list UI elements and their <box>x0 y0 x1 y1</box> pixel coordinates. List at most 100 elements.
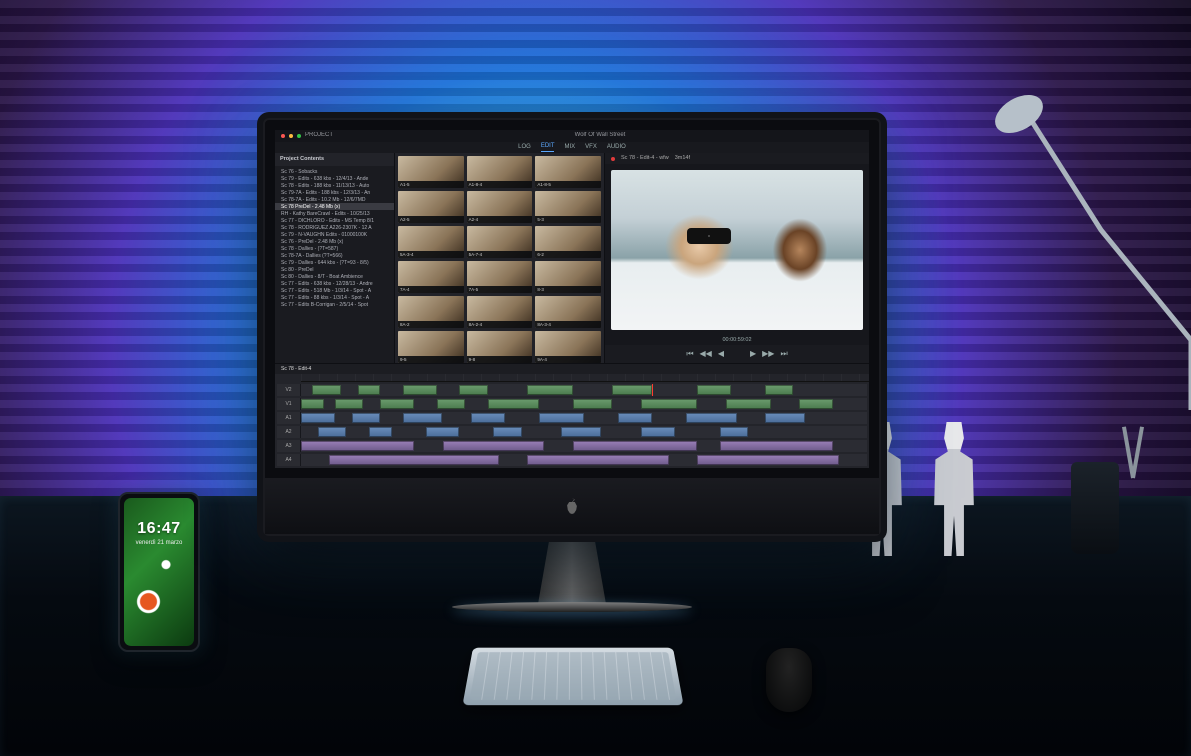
clip-thumbnail[interactable] <box>467 191 533 223</box>
clip-segment[interactable] <box>301 399 324 409</box>
bin-item[interactable]: Sc 77 - Edits - 518 Mb - 1/3/14 - Spot -… <box>275 287 394 294</box>
clip-thumbnail[interactable] <box>398 261 464 293</box>
clip-segment[interactable] <box>720 427 748 437</box>
clip-segment[interactable] <box>358 385 381 395</box>
clip-segment[interactable] <box>488 399 539 409</box>
clip-segment[interactable] <box>686 413 737 423</box>
clip-segment[interactable] <box>380 399 414 409</box>
clip-thumbnail[interactable] <box>467 156 533 188</box>
clip-segment[interactable] <box>618 413 652 423</box>
clip-segment[interactable] <box>329 455 499 465</box>
clip-segment[interactable] <box>426 427 460 437</box>
clip-segment[interactable] <box>301 441 414 451</box>
bin-item[interactable]: Sc 77 - Edits B-Corrigan - 2/5/14 - Spot <box>275 301 394 308</box>
rewind-button[interactable]: ◀◀ <box>700 349 712 359</box>
tab-edit[interactable]: EDIT <box>541 143 555 151</box>
clip-segment[interactable] <box>471 413 505 423</box>
clip-segment[interactable] <box>301 413 335 423</box>
clip-segment[interactable] <box>726 399 771 409</box>
bin-item[interactable]: Sc 79 - Dallies - 644 kbs - (?T=93 - 8/5… <box>275 259 394 266</box>
step-forward-button[interactable]: ▶▶ <box>762 349 774 359</box>
clip-segment[interactable] <box>573 399 613 409</box>
tab-mix[interactable]: MIX <box>564 144 575 151</box>
bin-item[interactable]: Sc 79-7A - Edits - 188 kbs - 12/3/13 - A… <box>275 189 394 196</box>
clip-segment[interactable] <box>527 385 572 395</box>
clip-thumbnail[interactable] <box>467 226 533 258</box>
skip-back-button[interactable]: ⏮ <box>686 349 693 359</box>
track-lane[interactable] <box>301 440 867 452</box>
bin-item[interactable]: Sc 78 - Dallies - (?T=587) <box>275 245 394 252</box>
track-lane[interactable] <box>301 398 867 410</box>
bin-item[interactable]: Sc 79 - Edits - 638 kbs - 12/4/13 - Ande <box>275 175 394 182</box>
clip-segment[interactable] <box>352 413 380 423</box>
step-back-button[interactable]: ◀ <box>718 349 724 359</box>
track-lane[interactable] <box>301 454 867 466</box>
clip-segment[interactable] <box>612 385 652 395</box>
clip-thumbnail[interactable] <box>398 191 464 223</box>
clip-segment[interactable] <box>527 455 669 465</box>
clip-thumbnail[interactable] <box>535 331 601 363</box>
window-close-icon[interactable] <box>281 134 285 138</box>
clip-segment[interactable] <box>697 455 839 465</box>
track-lane[interactable] <box>301 384 867 396</box>
bin-item[interactable]: RH - Kathy BareCrawl - Edits - 10/25/13 <box>275 210 394 217</box>
clip-thumbnail[interactable] <box>467 331 533 363</box>
track-header[interactable]: A3 <box>277 440 301 452</box>
clip-segment[interactable] <box>493 427 521 437</box>
clip-segment[interactable] <box>720 441 833 451</box>
clip-segment[interactable] <box>561 427 601 437</box>
tab-log[interactable]: LOG <box>518 144 531 151</box>
clip-segment[interactable] <box>403 385 437 395</box>
clip-thumbnail[interactable] <box>398 156 464 188</box>
viewer-frame[interactable] <box>611 170 863 330</box>
bin-item[interactable]: Sc 77 - Edits - 88 kbs - 1/3/14 - Spot -… <box>275 294 394 301</box>
clip-segment[interactable] <box>443 441 545 451</box>
clip-segment[interactable] <box>539 413 584 423</box>
clip-thumbnail[interactable] <box>398 331 464 363</box>
clip-segment[interactable] <box>437 399 465 409</box>
track-lane[interactable] <box>301 426 867 438</box>
bin-item[interactable]: Sc 78 - Edits - 188 kbs - 11/13/13 - Aut… <box>275 182 394 189</box>
clip-segment[interactable] <box>403 413 443 423</box>
bin-item[interactable]: Sc 79 - N-VAUGHN Edits - 01000100K <box>275 231 394 238</box>
clip-segment[interactable] <box>335 399 363 409</box>
track-header[interactable]: A2 <box>277 426 301 438</box>
window-zoom-icon[interactable] <box>297 134 301 138</box>
bin-item[interactable]: Sc 78-7A - Dallies (?T=566) <box>275 252 394 259</box>
skip-forward-button[interactable]: ⏭ <box>780 349 787 359</box>
clip-segment[interactable] <box>312 385 340 395</box>
bin-item[interactable]: Sc 77 - Edits - 638 kbs - 12/28/13 - And… <box>275 280 394 287</box>
clip-thumbnail[interactable] <box>535 296 601 328</box>
clip-thumbnail[interactable] <box>467 261 533 293</box>
bin-item[interactable]: Sc 80 - PreDel <box>275 266 394 273</box>
bin-item[interactable]: Sc 78-7A - Edits - 10.2 Mb - 12/6/7MD <box>275 196 394 203</box>
clip-thumbnail[interactable] <box>535 226 601 258</box>
clip-thumbnail[interactable] <box>398 226 464 258</box>
tab-audio[interactable]: AUDIO <box>607 144 626 151</box>
track-header[interactable]: A4 <box>277 454 301 466</box>
track-header[interactable]: A1 <box>277 412 301 424</box>
bin-item[interactable]: Sc 76 - Sobacks <box>275 168 394 175</box>
clip-thumbnail[interactable] <box>535 261 601 293</box>
clip-segment[interactable] <box>765 385 793 395</box>
track-header[interactable]: V2 <box>277 384 301 396</box>
bin-item[interactable]: Sc 78 - RODRIGUEZ A226-2307K - 12 A <box>275 224 394 231</box>
bin-item[interactable]: Sc 78 PreDel - 2.48 Mb (x) <box>275 203 394 210</box>
track-header[interactable]: V1 <box>277 398 301 410</box>
bin-item[interactable]: Sc 80 - Dallies - 8/T - Boat Ambience <box>275 273 394 280</box>
clip-segment[interactable] <box>799 399 833 409</box>
bin-item[interactable]: Sc 77 - DICHLORO - Edits - MS Temp 8/1 <box>275 217 394 224</box>
clip-segment[interactable] <box>573 441 698 451</box>
timeline-ruler[interactable] <box>301 374 869 382</box>
clip-thumbnail[interactable] <box>467 296 533 328</box>
clip-thumbnail[interactable] <box>535 156 601 188</box>
window-minimize-icon[interactable] <box>289 134 293 138</box>
clip-segment[interactable] <box>641 399 698 409</box>
clip-segment[interactable] <box>369 427 392 437</box>
tab-vfx[interactable]: VFX <box>585 144 597 151</box>
playhead[interactable] <box>652 384 653 396</box>
bin-item[interactable]: Sc 76 - PreDel - 2.48 Mb (x) <box>275 238 394 245</box>
clip-segment[interactable] <box>765 413 805 423</box>
clip-segment[interactable] <box>641 427 675 437</box>
clip-thumbnail[interactable] <box>535 191 601 223</box>
